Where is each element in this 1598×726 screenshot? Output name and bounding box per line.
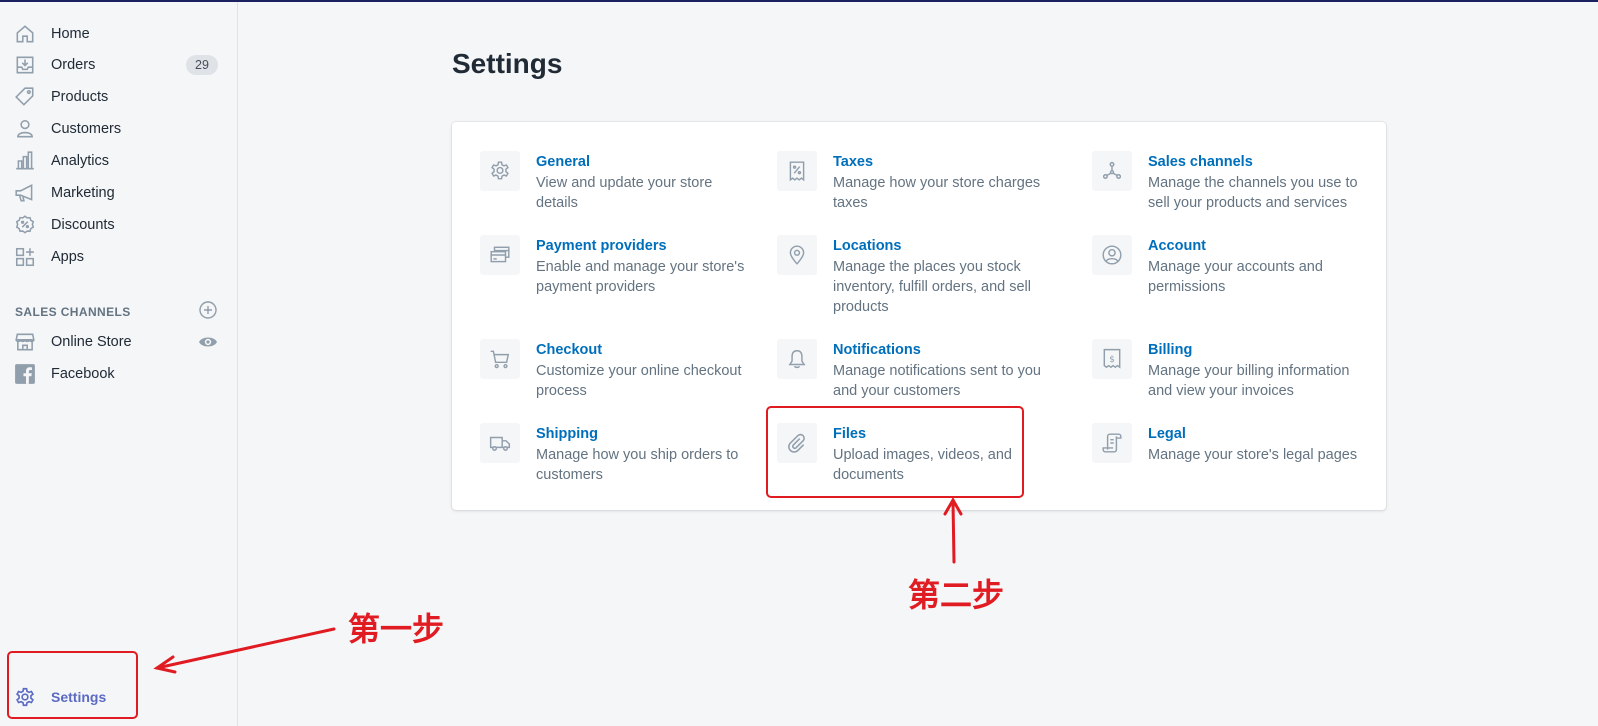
home-icon	[14, 23, 36, 45]
sidebar-item-analytics[interactable]: Analytics	[0, 146, 237, 176]
sidebar-item-label: Discounts	[51, 217, 115, 233]
top-accent-line	[0, 0, 1598, 2]
channels-icon	[1092, 151, 1132, 191]
settings-item-description: Customize your online checkout process	[536, 363, 742, 399]
settings-item-title: Payment providers	[536, 238, 667, 254]
sidebar-item-marketing[interactable]: Marketing	[0, 178, 237, 208]
sidebar-item-label: Home	[51, 26, 90, 42]
settings-item-title: Account	[1148, 238, 1206, 254]
sidebar-item-facebook[interactable]: Facebook	[0, 359, 237, 389]
sidebar-item-customers[interactable]: Customers	[0, 114, 237, 144]
tag-icon	[14, 86, 36, 108]
settings-item-title: Legal	[1148, 426, 1186, 442]
credit-cards-icon	[480, 235, 520, 275]
sidebar-item-label: Online Store	[51, 334, 132, 350]
settings-item-description: Manage your store's legal pages	[1148, 447, 1358, 463]
sidebar-item-label: Apps	[51, 249, 85, 265]
orders-icon	[14, 54, 36, 76]
sidebar-item-label: Analytics	[51, 153, 110, 169]
settings-item-title: Taxes	[833, 154, 874, 170]
svg-text:$: $	[1109, 355, 1115, 365]
settings-item-title: General	[536, 154, 590, 170]
bell-icon	[777, 339, 817, 379]
sidebar-item-label: Marketing	[51, 185, 115, 201]
page-title: Settings	[452, 48, 563, 79]
truck-icon	[480, 423, 520, 463]
sales-channels-heading: SALES CHANNELS	[15, 305, 131, 319]
person-icon	[14, 118, 36, 140]
gear-icon	[480, 151, 520, 191]
settings-item-description: Enable and manage your store's payment p…	[536, 259, 745, 295]
step2-highlight-box	[766, 406, 1024, 498]
sidebar-item-orders[interactable]: Orders 29	[0, 50, 237, 80]
settings-item-title: Sales channels	[1148, 154, 1253, 170]
facebook-icon	[14, 363, 36, 385]
apps-icon	[14, 246, 36, 268]
settings-item-title: Locations	[833, 238, 902, 254]
location-pin-icon	[777, 235, 817, 275]
account-icon	[1092, 235, 1132, 275]
settings-item-title: Shipping	[536, 426, 599, 442]
settings-item-description: Manage your accounts and permissions	[1148, 259, 1323, 295]
store-icon	[14, 331, 36, 353]
settings-item-title: Checkout	[536, 342, 603, 358]
sidebar-item-discounts[interactable]: Discounts	[0, 210, 237, 240]
discount-icon	[14, 214, 36, 236]
sidebar-item-online-store[interactable]: Online Store	[0, 327, 237, 357]
settings-item-description: Manage notifications sent to you and you…	[833, 363, 1041, 399]
sidebar-item-label: Facebook	[51, 366, 115, 382]
sidebar-item-label: Orders	[51, 57, 96, 73]
step1-label: 第一步	[348, 610, 445, 648]
sidebar-item-label: Products	[51, 89, 109, 105]
sidebar-item-home[interactable]: Home	[0, 19, 237, 49]
settings-item-description: Manage the places you stock inventory, f…	[833, 259, 1031, 315]
step1-highlight-box	[7, 651, 138, 719]
orders-count-badge: 29	[186, 55, 218, 75]
settings-item-description: Manage how you ship orders to customers	[536, 447, 739, 483]
settings-item-title: Billing	[1148, 342, 1193, 358]
scroll-icon	[1092, 423, 1132, 463]
settings-item-description: Manage the channels you use to sell your…	[1148, 175, 1358, 211]
bar-chart-icon	[14, 150, 36, 172]
settings-item-description: Manage how your store charges taxes	[833, 175, 1041, 211]
sidebar-item-apps[interactable]: Apps	[0, 242, 237, 272]
add-sales-channel-icon[interactable]	[198, 300, 218, 320]
settings-item-description: Manage your billing information and view…	[1148, 363, 1350, 399]
view-store-eye-icon[interactable]	[198, 332, 218, 352]
cart-icon	[480, 339, 520, 379]
settings-item-title: Notifications	[833, 342, 921, 358]
receipt-percent-icon	[777, 151, 817, 191]
settings-item-description: View and update your store details	[536, 175, 713, 211]
megaphone-icon	[14, 182, 36, 204]
sidebar: Home Orders 29 Products Customers Analyt…	[0, 2, 238, 726]
sidebar-item-label: Customers	[51, 121, 122, 137]
step2-label: 第二步	[908, 576, 1005, 614]
sidebar-item-products[interactable]: Products	[0, 82, 237, 112]
billing-icon: $	[1092, 339, 1132, 379]
